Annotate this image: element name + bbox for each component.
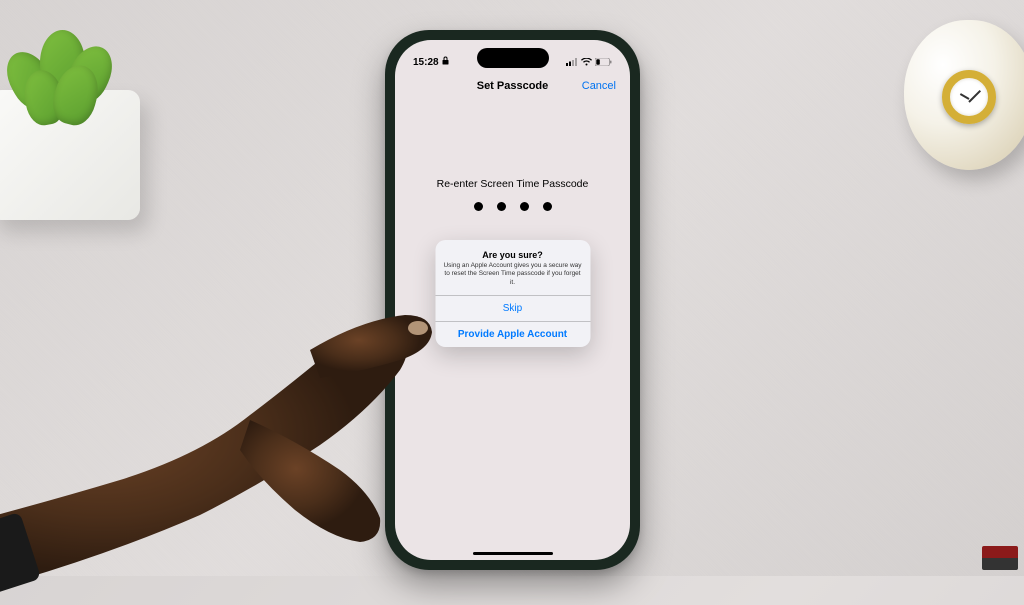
- marble-orb: [904, 20, 1024, 170]
- desk-clock-ornament: [904, 20, 1024, 220]
- phone-screen: 15:28 Set Passcode Cancel: [395, 40, 630, 560]
- user-hand: [0, 260, 440, 600]
- alert-title: Are you sure?: [443, 250, 582, 260]
- clock-face: [942, 70, 996, 124]
- dynamic-island: [477, 48, 549, 68]
- desk-plant: [0, 40, 160, 220]
- home-indicator[interactable]: [473, 552, 553, 555]
- alert-message: Using an Apple Account gives you a secur…: [443, 262, 582, 287]
- confirmation-alert: Are you sure? Using an Apple Account giv…: [435, 240, 590, 347]
- video-watermark: [982, 546, 1018, 570]
- succulent: [0, 20, 130, 130]
- skip-button[interactable]: Skip: [435, 295, 590, 321]
- provide-apple-account-button[interactable]: Provide Apple Account: [435, 321, 590, 347]
- iphone-device: 15:28 Set Passcode Cancel: [385, 30, 640, 570]
